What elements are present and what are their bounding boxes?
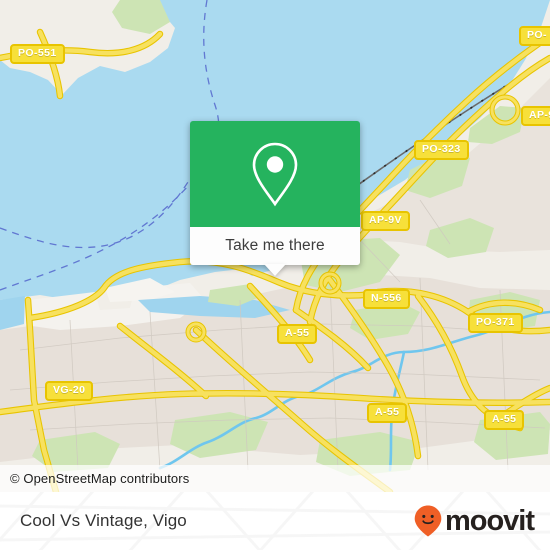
- road-shield: A-55: [367, 403, 408, 423]
- road-shield: PO-: [519, 26, 550, 46]
- popup-pointer-tail: [264, 264, 286, 276]
- moovit-logo[interactable]: moovit: [413, 504, 535, 538]
- road-shield: N-556: [363, 289, 410, 309]
- road-shield: A-55: [277, 324, 318, 344]
- road-shield: PO-323: [414, 140, 469, 160]
- map-screenshot: PO-551 PO- AP-9 PO-323 AP-9V N-556 PO-371 A-55 V…: [0, 0, 550, 550]
- openstreetmap-attribution[interactable]: © OpenStreetMap contributors: [0, 471, 189, 486]
- road-shield: AP-9: [521, 106, 550, 126]
- popup-marker-area: [190, 121, 360, 227]
- footer-bar: Cool Vs Vintage, Vigo moovit: [0, 492, 550, 550]
- moovit-smiley-pin-icon: [414, 505, 442, 537]
- road-shield: VG-20: [45, 381, 94, 401]
- place-title: Cool Vs Vintage, Vigo: [20, 511, 187, 530]
- map-canvas[interactable]: PO-551 PO- AP-9 PO-323 AP-9V N-556 PO-371 A-55 V…: [0, 0, 550, 492]
- road-shield: PO-551: [10, 44, 65, 64]
- take-me-there-label: Take me there: [225, 237, 325, 254]
- map-attribution-bar: © OpenStreetMap contributors: [0, 465, 550, 492]
- take-me-there-popup[interactable]: Take me there: [190, 121, 360, 276]
- map-pin-icon: [252, 142, 298, 207]
- popup-action-bar[interactable]: Take me there: [190, 227, 360, 276]
- road-shield: AP-9V: [361, 211, 410, 231]
- road-shield: A-55: [484, 410, 525, 430]
- road-shield: PO-371: [468, 313, 523, 333]
- moovit-wordmark: moovit: [444, 504, 535, 537]
